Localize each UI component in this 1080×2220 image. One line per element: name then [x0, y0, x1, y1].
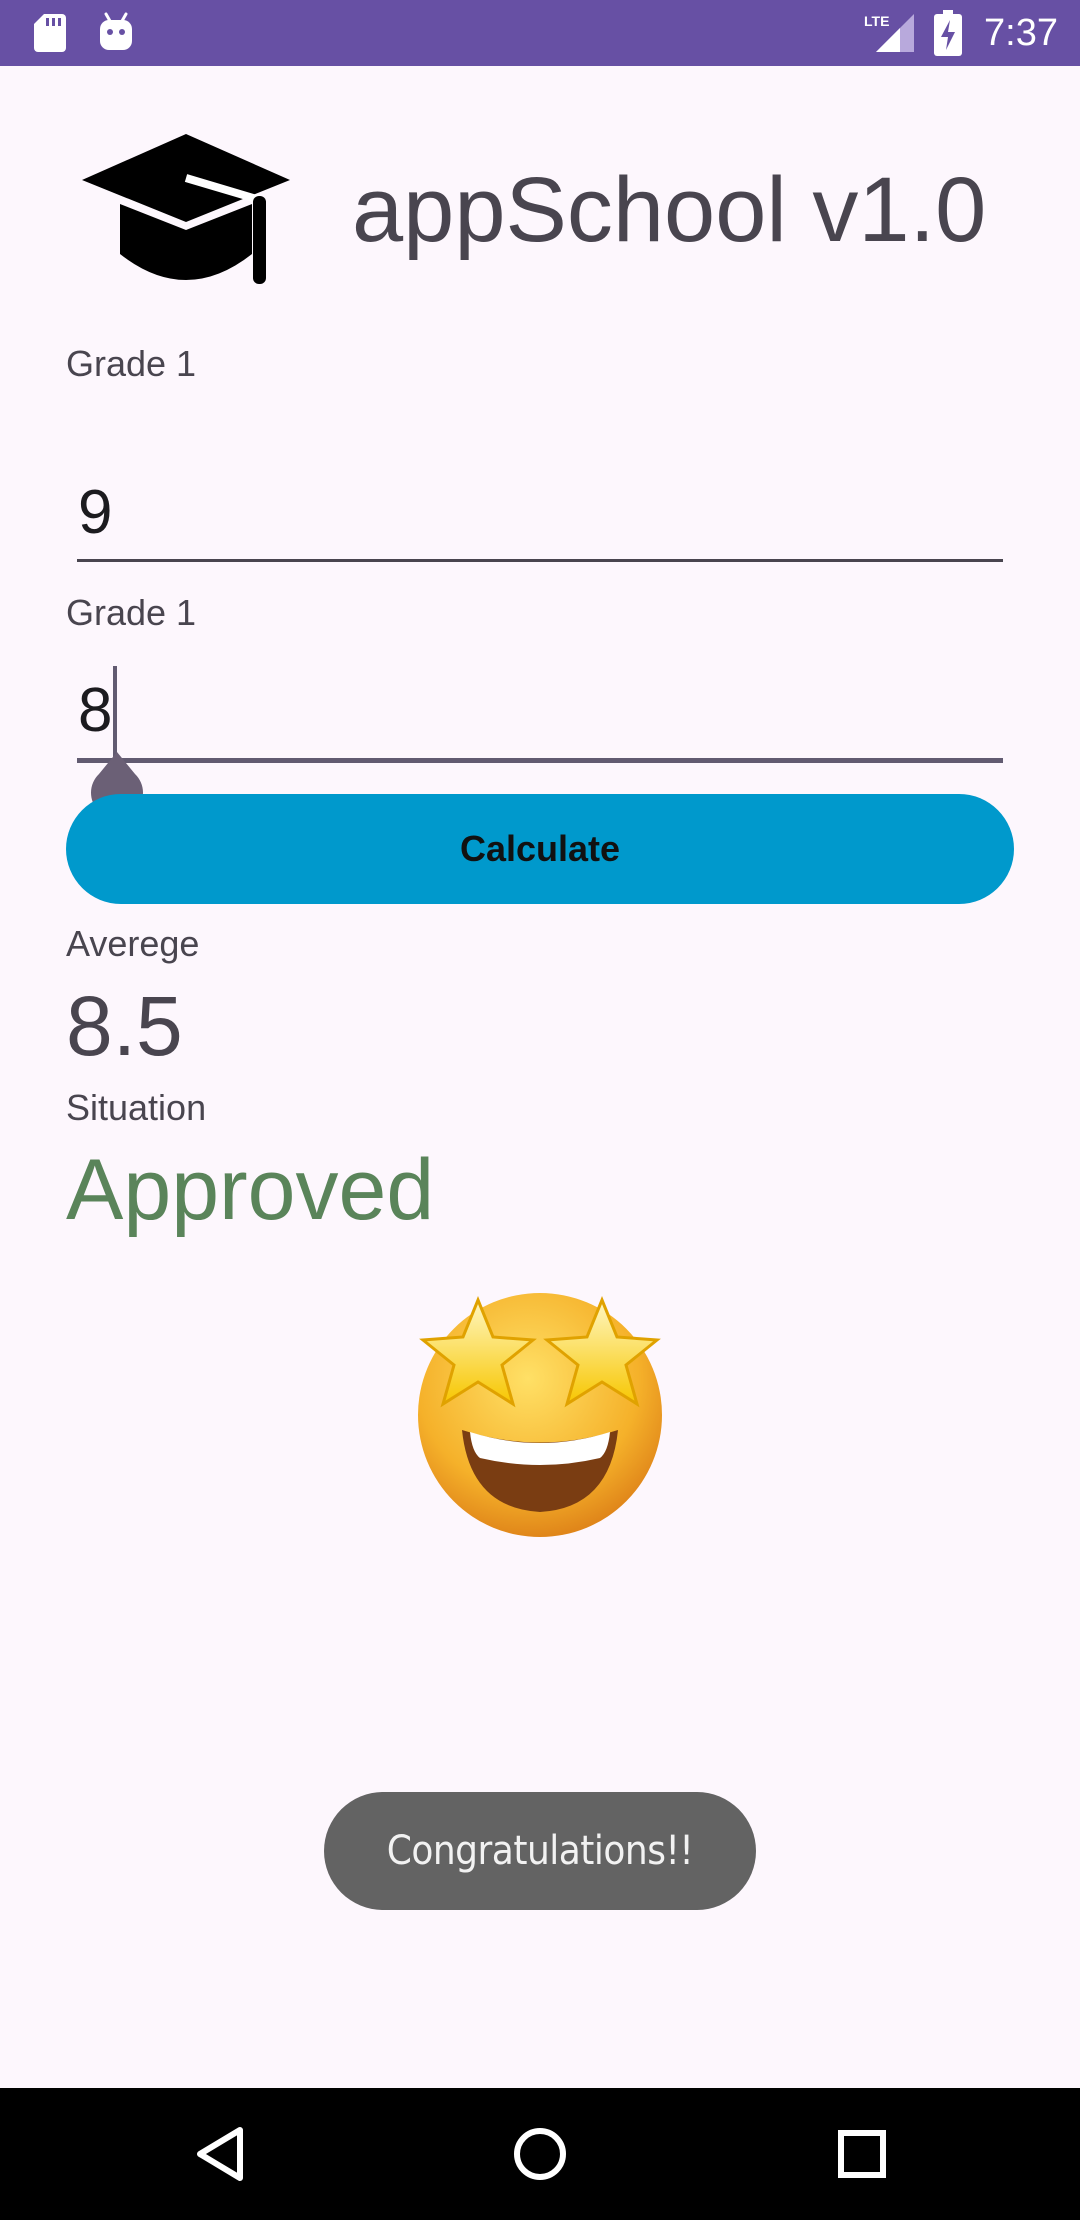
- android-debug-icon: [100, 12, 132, 50]
- lte-signal-icon: LTE: [864, 13, 914, 52]
- network-label: LTE: [864, 13, 889, 29]
- grade1-label: Grade 1: [66, 343, 197, 384]
- situation-label: Situation: [66, 1087, 207, 1128]
- app-title: appSchool v1.0: [352, 159, 987, 261]
- star-struck-emoji-icon: [418, 1293, 662, 1537]
- grade2-underline: [77, 758, 1003, 763]
- grade2-label: Grade 1: [66, 592, 197, 633]
- text-cursor: [113, 666, 117, 758]
- average-label: Averege: [66, 923, 200, 964]
- home-icon[interactable]: [510, 2124, 570, 2184]
- situation-value: Approved: [66, 1142, 435, 1238]
- battery-charging-icon: [934, 10, 962, 56]
- back-icon[interactable]: [190, 2124, 250, 2184]
- status-bar: LTE 7:37: [0, 0, 1080, 66]
- grade2-input[interactable]: 8: [78, 676, 112, 746]
- calculate-button[interactable]: Calculate: [66, 794, 1014, 904]
- sd-card-icon: [34, 14, 66, 52]
- navigation-bar: [0, 2088, 1080, 2220]
- average-value: 8.5: [66, 979, 183, 1073]
- recents-icon[interactable]: [832, 2124, 892, 2184]
- graduation-cap-icon: [82, 134, 290, 284]
- clock: 7:37: [984, 12, 1058, 54]
- toast-message: Congratulations!!: [324, 1792, 756, 1910]
- grade1-underline: [77, 559, 1003, 562]
- grade1-input[interactable]: 9: [78, 478, 112, 548]
